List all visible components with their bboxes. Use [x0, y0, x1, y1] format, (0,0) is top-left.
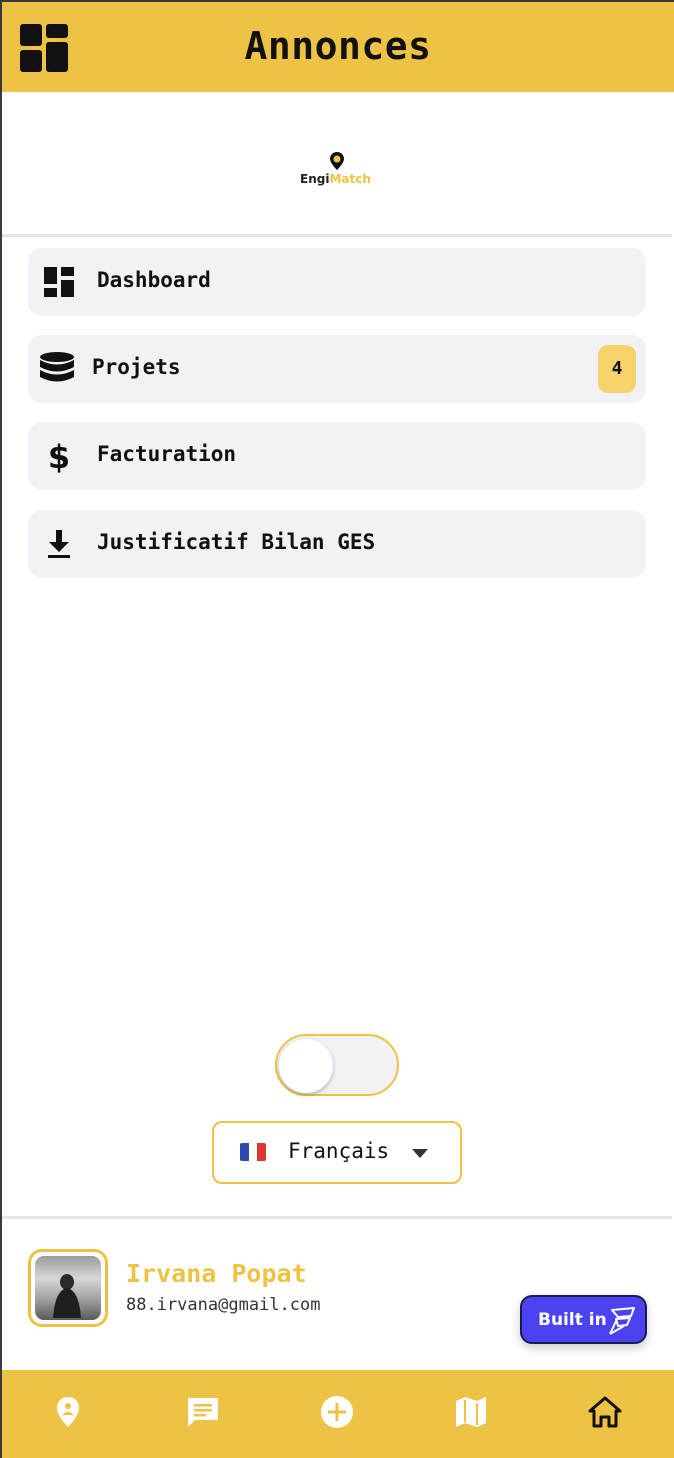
avatar-image [35, 1256, 101, 1320]
home-icon [588, 1396, 622, 1428]
dark-mode-toggle[interactable] [275, 1034, 399, 1096]
chevron-down-icon [412, 1149, 428, 1158]
app-frame: Annonces EngiMatch Dashboard Projets 4 $… [0, 0, 674, 1458]
dashboard-icon [44, 267, 74, 297]
engimatch-logo: EngiMatch [300, 152, 380, 188]
nav-item-projets[interactable]: Projets 4 [28, 335, 646, 403]
user-name: Irvana Popat [126, 1259, 307, 1288]
map-icon [456, 1397, 486, 1427]
tab-messages[interactable] [183, 1392, 223, 1432]
app-header: Annonces [2, 2, 674, 92]
nav-item-label: Dashboard [97, 268, 211, 292]
language-label: Français [288, 1139, 390, 1163]
nav-item-dashboard[interactable]: Dashboard [28, 248, 646, 316]
avatar[interactable] [28, 1249, 108, 1327]
tab-add[interactable] [317, 1392, 357, 1432]
user-profile-section: Irvana Popat 88.irvana@gmail.com [2, 1216, 672, 1368]
download-icon [48, 530, 70, 558]
moon-icon [361, 1051, 375, 1079]
built-in-label: Built in [538, 1310, 607, 1330]
flutterflow-logo-icon [609, 1307, 635, 1335]
nav-item-facturation[interactable]: $ Facturation [28, 422, 646, 490]
nav-item-justificatif[interactable]: Justificatif Bilan GES [28, 510, 646, 578]
dollar-icon: $ [48, 439, 70, 473]
tab-map[interactable] [451, 1392, 491, 1432]
logo-section: EngiMatch [2, 92, 672, 237]
tab-home[interactable] [585, 1392, 625, 1432]
tab-location[interactable] [48, 1392, 88, 1432]
logo-text: EngiMatch [300, 172, 371, 186]
built-in-flutterflow-badge[interactable]: Built in [520, 1295, 647, 1344]
add-circle-icon [321, 1396, 353, 1428]
location-pin-icon [330, 152, 344, 170]
toggle-knob [279, 1039, 333, 1093]
france-flag-icon [240, 1143, 266, 1161]
nav-item-label: Facturation [97, 442, 237, 466]
nav-item-label: Justificatif Bilan GES [97, 530, 376, 554]
location-pin-icon [57, 1397, 79, 1427]
projects-count-badge: 4 [598, 345, 636, 393]
bottom-tab-bar [2, 1370, 674, 1458]
database-icon [40, 352, 74, 382]
nav-item-label: Projets [92, 355, 181, 379]
page-title: Annonces [244, 24, 432, 68]
language-select[interactable]: Français [212, 1121, 462, 1184]
chat-icon [188, 1398, 218, 1427]
svg-text:$: $ [48, 439, 70, 473]
user-email: 88.irvana@gmail.com [126, 1295, 321, 1315]
